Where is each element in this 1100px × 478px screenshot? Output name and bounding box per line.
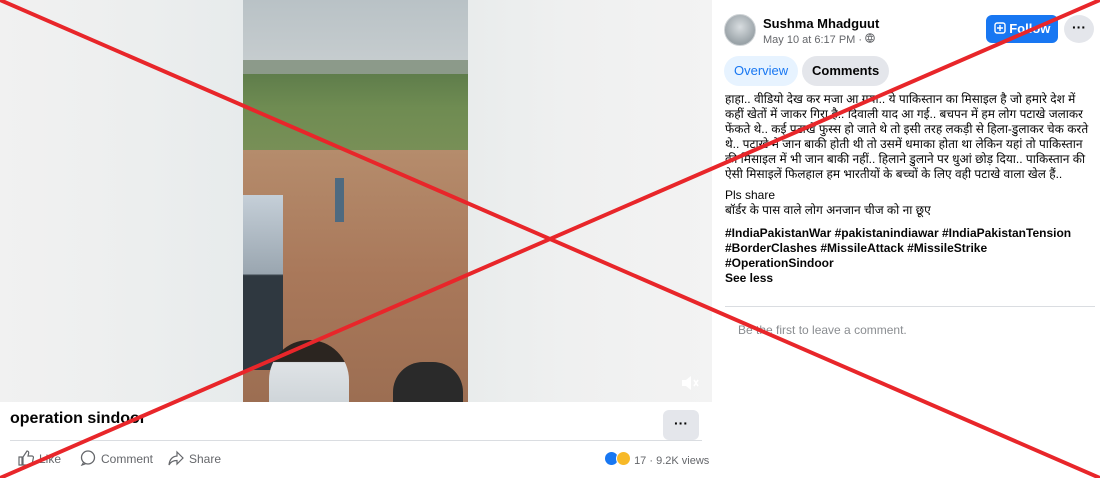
video-player[interactable]	[0, 0, 712, 402]
haha-reaction-icon	[616, 451, 631, 466]
description-warning: बॉर्डर के पास वाले लोग अनजान चीज को ना छ…	[725, 203, 931, 217]
comment-label: Comment	[101, 452, 154, 466]
header-more-button[interactable]: ···	[1064, 15, 1094, 43]
share-label: Share	[189, 452, 222, 466]
post-meta: May 10 at 6:17 PM ·	[763, 33, 875, 46]
follow-icon	[993, 21, 1010, 36]
speech-bubble-icon	[80, 450, 96, 467]
description-share-note: Pls share	[725, 188, 776, 202]
video-frame	[243, 0, 468, 402]
comment-button[interactable]: Comment	[80, 450, 154, 467]
share-button[interactable]: Share	[168, 450, 221, 466]
follow-label: Follow	[1009, 21, 1051, 36]
thumbs-up-icon	[18, 450, 35, 466]
details-pane: Sushma Mhadguut May 10 at 6:17 PM · Foll…	[712, 0, 1100, 478]
like-label: Like	[39, 452, 62, 466]
like-button[interactable]: Like	[18, 450, 61, 466]
author-name[interactable]: Sushma Mhadguut	[763, 16, 879, 31]
comments-empty-state: Be the first to leave a comment.	[738, 323, 907, 337]
stats-separator: ·	[649, 455, 654, 467]
tab-comments[interactable]: Comments	[802, 56, 890, 86]
post-timestamp[interactable]: May 10 at 6:17 PM ·	[763, 34, 862, 46]
post-stats[interactable]: 17 · 9.2K views	[604, 451, 709, 467]
tab-overview[interactable]: Overview	[724, 56, 799, 86]
reactions-count: 17	[634, 455, 647, 467]
post-more-button[interactable]: ···	[663, 410, 699, 440]
description-hashtags[interactable]: #IndiaPakistanWar #pakistanindiawar #Ind…	[725, 226, 1095, 271]
speaker-muted-icon[interactable]	[680, 374, 700, 392]
views-count: 9.2K views	[656, 455, 710, 467]
post-title: operation sindoor	[10, 410, 146, 427]
post-description: हाहा.. वीडियो देख कर मजा आ गया.. ये पाकि…	[725, 92, 1095, 286]
globe-icon	[865, 33, 875, 46]
follow-button[interactable]: Follow	[986, 15, 1058, 43]
see-less-link[interactable]: See less	[725, 271, 1095, 286]
post-title-row: operation sindoor ···	[10, 410, 702, 440]
post-divider	[10, 440, 702, 441]
video-person-far	[335, 178, 344, 222]
comments-divider	[725, 306, 1095, 307]
video-person-left	[243, 195, 283, 370]
video-pane: operation sindoor ··· Like Comment Share…	[0, 0, 712, 478]
share-arrow-icon	[168, 450, 184, 466]
video-fields	[243, 74, 468, 160]
avatar[interactable]	[724, 14, 756, 46]
description-main: हाहा.. वीडियो देख कर मजा आ गया.. ये पाकि…	[725, 92, 1089, 181]
